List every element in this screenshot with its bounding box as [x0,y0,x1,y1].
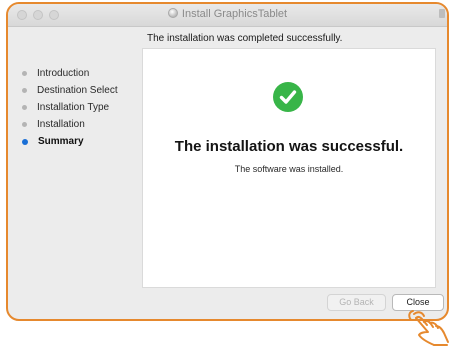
page-heading: The installation was completed successfu… [147,33,343,44]
step-dot-icon [22,122,27,127]
hand-pointer-icon [408,310,449,346]
stage: Install GraphicsTablet The installation … [0,0,455,348]
window-title-wrap: Install GraphicsTablet [8,8,447,20]
sidebar-step-destination-select: Destination Select [22,82,118,99]
sidebar-step-label: Installation Type [37,102,110,113]
sidebar-step-label: Destination Select [37,85,118,96]
installer-window: Install GraphicsTablet The installation … [6,2,449,321]
lock-icon [439,9,445,18]
success-title: The installation was successful. [174,138,404,155]
window-title: Install GraphicsTablet [181,8,288,20]
step-dot-icon [22,71,27,76]
sidebar-steps: Introduction Destination Select Installa… [22,65,118,150]
disk-icon [167,8,178,18]
sidebar-step-introduction: Introduction [22,65,118,82]
sidebar-step-label: Installation [37,119,85,130]
step-dot-icon [22,88,27,93]
checkmark-icon [273,82,303,112]
sidebar-step-installation-type: Installation Type [22,99,118,116]
sidebar-step-installation: Installation [22,116,118,133]
title-bar[interactable]: Install GraphicsTablet [8,4,447,27]
sidebar-step-summary: Summary [22,133,118,150]
active-step-dot-icon [22,138,28,145]
sidebar-step-label: Introduction [37,68,90,79]
content-panel: The installation was successful. The sof… [142,48,436,288]
go-back-button[interactable]: Go Back [327,294,386,311]
success-subtitle: The software was installed. [234,164,344,174]
sidebar-step-label: Summary [38,136,84,147]
step-dot-icon [22,105,27,110]
